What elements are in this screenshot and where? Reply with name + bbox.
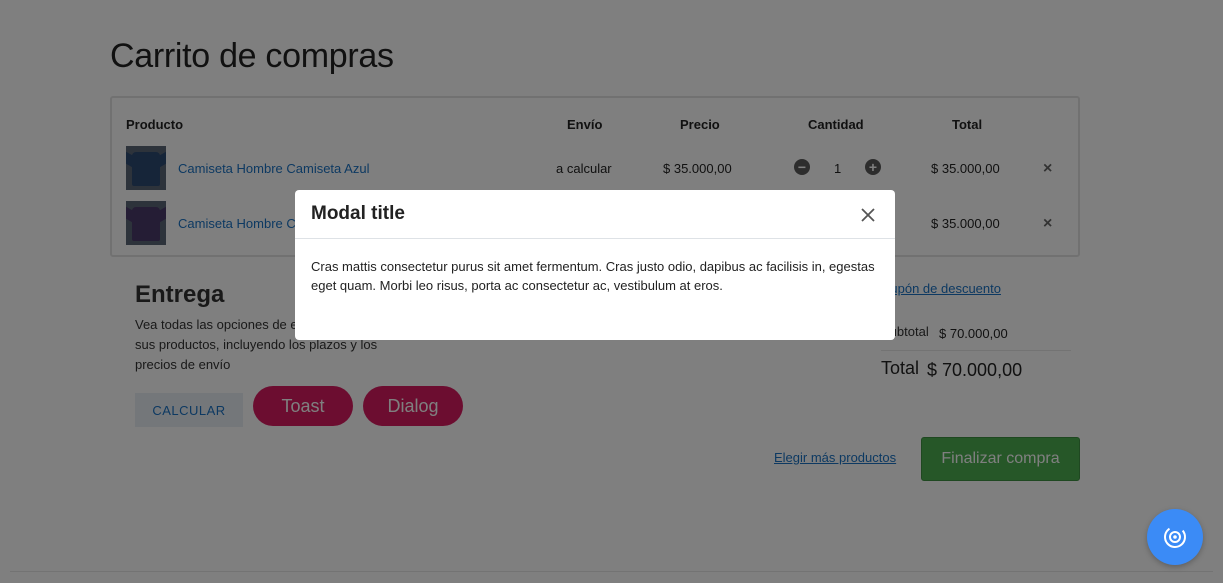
modal-dialog: Modal title Cras mattis consectetur puru… [295, 190, 895, 340]
floating-action-button[interactable] [1147, 509, 1203, 565]
modal-header: Modal title [295, 190, 895, 239]
modal-body: Cras mattis consectetur purus sit amet f… [311, 259, 875, 293]
modal-title: Modal title [311, 203, 405, 224]
close-icon[interactable] [859, 206, 877, 224]
target-icon [1164, 526, 1186, 548]
